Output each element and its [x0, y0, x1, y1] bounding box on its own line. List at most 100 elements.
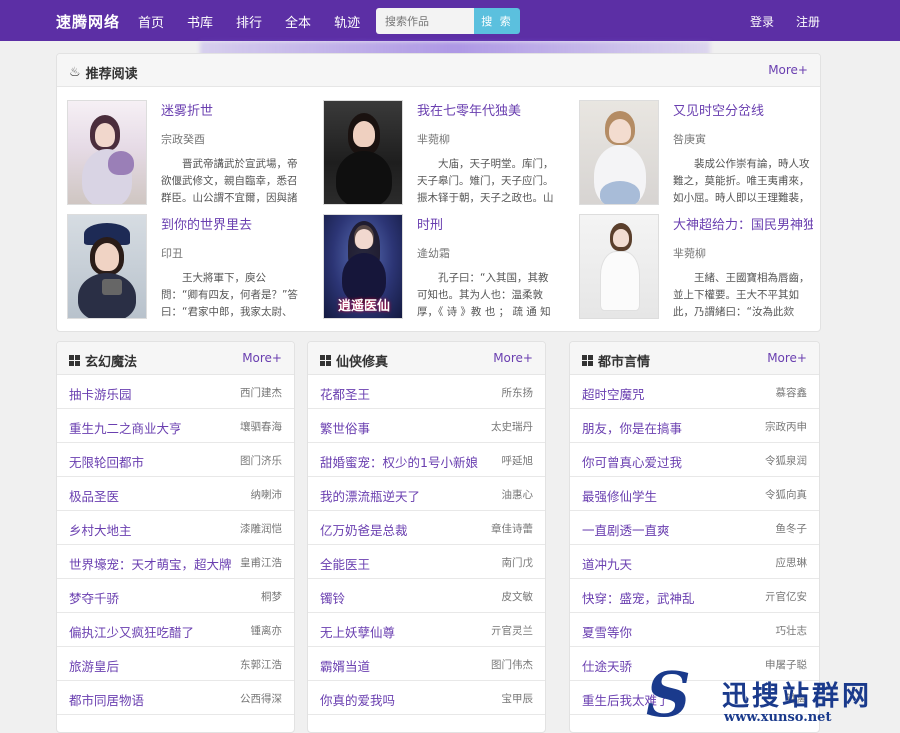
- book-title[interactable]: 极品圣医: [69, 486, 119, 505]
- category-more-link[interactable]: More+: [767, 351, 807, 365]
- list-item[interactable]: 梦夺千骄 桐梦: [57, 579, 294, 613]
- login-link[interactable]: 登录: [750, 13, 774, 30]
- list-item[interactable]: 无上妖孽仙尊 亓官灵兰: [308, 613, 545, 647]
- list-item[interactable]: 镯铃 皮文敏: [308, 579, 545, 613]
- list-item[interactable]: 繁世俗事 太史瑞丹: [308, 409, 545, 443]
- book-title[interactable]: 霸婿当道: [320, 656, 370, 675]
- book-description: 孔子曰：“入其国，其教可知也。其为人也：温柔敦厚，《 诗 》教 也 ； 疏 通 …: [417, 272, 551, 318]
- book-author: 太史瑞丹: [491, 421, 533, 433]
- book-author: 逄幼霜: [417, 247, 450, 260]
- book-author: 巧壮志: [775, 625, 808, 637]
- book-title[interactable]: 又见时空分岔线: [673, 100, 813, 119]
- book-title[interactable]: 快穿：盛宠，武神乱: [582, 588, 695, 607]
- book-cover[interactable]: [67, 214, 147, 319]
- book-title[interactable]: 你可曾真心爱过我: [582, 452, 682, 471]
- book-list: 抽卡游乐园 西门建杰 重生九二之商业大亨 壤驷春海 无限轮回都市 图门济乐 极品圣医 纳喇沛乡…: [57, 375, 294, 715]
- list-item[interactable]: 重生九二之商业大亨 壤驷春海: [57, 409, 294, 443]
- book-title[interactable]: 你真的爱我吗: [320, 690, 395, 709]
- book-title[interactable]: 迷雾折世: [161, 100, 301, 119]
- list-item[interactable]: 世界壕宠：天才萌宝，超大牌 皇甫江浩: [57, 545, 294, 579]
- list-item[interactable]: 一直剧透一直爽 鱼冬子: [570, 511, 819, 545]
- nav-home[interactable]: 首页: [138, 12, 164, 31]
- book-title[interactable]: 一直剧透一直爽: [582, 520, 670, 539]
- book-title[interactable]: 全能医王: [320, 554, 370, 573]
- book-card[interactable]: 我在七零年代独美 芈菀柳 大庙，天子明堂。库门，天子皋门。雉门，天子应门。振木铎…: [313, 100, 554, 206]
- book-title[interactable]: 到你的世界里去: [161, 214, 301, 233]
- list-item[interactable]: 花都圣王 所东扬: [308, 375, 545, 409]
- book-title[interactable]: 重生九二之商业大亨: [69, 418, 182, 437]
- book-title[interactable]: 旅游皇后: [69, 656, 119, 675]
- grid-icon: [69, 355, 80, 366]
- book-title[interactable]: 我的漂流瓶逆天了: [320, 486, 420, 505]
- book-cover[interactable]: [579, 100, 659, 205]
- nav-history[interactable]: 轨迹: [334, 12, 360, 31]
- book-card[interactable]: 又见时空分岔线 咎庚寅 裴成公作崇有論，時人攻難之，莫能折。唯王夷甫來，如小屈。…: [569, 100, 810, 206]
- list-item[interactable]: 乡村大地主 漆雕润恺: [57, 511, 294, 545]
- book-title[interactable]: 超时空魔咒: [582, 384, 645, 403]
- book-title[interactable]: 仕途天骄: [582, 656, 632, 675]
- list-item[interactable]: 无限轮回都市 图门济乐: [57, 443, 294, 477]
- book-title[interactable]: 道冲九天: [582, 554, 632, 573]
- category-title: 玄幻魔法: [69, 351, 137, 370]
- register-link[interactable]: 注册: [796, 13, 820, 30]
- site-logo[interactable]: 速腾网络: [56, 11, 120, 32]
- book-title[interactable]: 偏执江少又疯狂吃醋了: [69, 622, 194, 641]
- book-cover[interactable]: 逍遥医仙: [323, 214, 403, 319]
- book-title[interactable]: 大神超给力：国民男神独: [673, 214, 813, 233]
- list-item[interactable]: 你可曾真心爱过我 令狐泉润: [570, 443, 819, 477]
- book-title[interactable]: 抽卡游乐园: [69, 384, 132, 403]
- list-item[interactable]: 你真的爱我吗 宝甲辰: [308, 681, 545, 715]
- nav-completed[interactable]: 全本: [285, 12, 311, 31]
- book-author: 咎庚寅: [673, 133, 706, 146]
- book-info: 迷雾折世 宗政癸酉 晋武帝講武於宣武場，帝欲偃武修文，親自臨幸，悉召群臣。山公謂…: [161, 100, 301, 207]
- book-title[interactable]: 甜婚蜜宠：权少的1号小新娘: [320, 452, 478, 471]
- recommend-more-link[interactable]: More+: [768, 63, 808, 77]
- book-title[interactable]: 夏雪等你: [582, 622, 632, 641]
- list-item[interactable]: 夏雪等你 巧壮志: [570, 613, 819, 647]
- category-more-link[interactable]: More+: [493, 351, 533, 365]
- watermark-logo: S 迅搜站群网 www.xunso.net: [640, 662, 900, 733]
- book-title[interactable]: 最强修仙学生: [582, 486, 657, 505]
- book-cover[interactable]: [579, 214, 659, 319]
- book-cover[interactable]: [67, 100, 147, 205]
- book-title[interactable]: 梦夺千骄: [69, 588, 119, 607]
- book-title[interactable]: 乡村大地主: [69, 520, 132, 539]
- list-item[interactable]: 快穿：盛宠，武神乱 亓官亿安: [570, 579, 819, 613]
- list-item[interactable]: 最强修仙学生 令狐向真: [570, 477, 819, 511]
- book-cover[interactable]: [323, 100, 403, 205]
- list-item[interactable]: 都市同居物语 公西得深: [57, 681, 294, 715]
- list-item[interactable]: 极品圣医 纳喇沛: [57, 477, 294, 511]
- book-title[interactable]: 无上妖孽仙尊: [320, 622, 395, 641]
- list-item[interactable]: 超时空魔咒 慕容鑫: [570, 375, 819, 409]
- nav-ranking[interactable]: 排行: [236, 12, 262, 31]
- category-more-link[interactable]: More+: [242, 351, 282, 365]
- list-item[interactable]: 亿万奶爸是总裁 章佳诗蕾: [308, 511, 545, 545]
- list-item[interactable]: 道冲九天 应思琳: [570, 545, 819, 579]
- search-button[interactable]: 搜 索: [474, 8, 520, 34]
- book-author: 亓官亿安: [765, 591, 807, 603]
- book-title[interactable]: 都市同居物语: [69, 690, 144, 709]
- book-title[interactable]: 我在七零年代独美: [417, 100, 557, 119]
- book-title[interactable]: 时刑: [417, 214, 557, 233]
- nav-library[interactable]: 书库: [187, 12, 213, 31]
- list-item[interactable]: 全能医王 南门戊: [308, 545, 545, 579]
- list-item[interactable]: 我的漂流瓶逆天了 油惠心: [308, 477, 545, 511]
- list-item[interactable]: 甜婚蜜宠：权少的1号小新娘 呼延旭: [308, 443, 545, 477]
- book-card[interactable]: 迷雾折世 宗政癸酉 晋武帝講武於宣武場，帝欲偃武修文，親自臨幸，悉召群臣。山公謂…: [57, 100, 298, 206]
- book-title[interactable]: 镯铃: [320, 588, 345, 607]
- list-item[interactable]: 朋友，你是在搞事 宗政丙申: [570, 409, 819, 443]
- book-title[interactable]: 花都圣王: [320, 384, 370, 403]
- search-input[interactable]: [376, 8, 474, 34]
- book-title[interactable]: 世界壕宠：天才萌宝，超大牌: [69, 554, 232, 573]
- list-item[interactable]: 抽卡游乐园 西门建杰: [57, 375, 294, 409]
- list-item[interactable]: 旅游皇后 东郭江浩: [57, 647, 294, 681]
- list-item[interactable]: 偏执江少又疯狂吃醋了 锺离亦: [57, 613, 294, 647]
- book-card[interactable]: 到你的世界里去 印丑 王大將軍下，庾公問：“卿有四友，何者是？”答曰：“君家中郎…: [57, 214, 298, 320]
- book-title[interactable]: 无限轮回都市: [69, 452, 144, 471]
- book-card[interactable]: 逍遥医仙 时刑 逄幼霜 孔子曰：“入其国，其教可知也。其为人也：温柔敦厚，《 诗…: [313, 214, 553, 320]
- list-item[interactable]: 霸婿当道 图门伟杰: [308, 647, 545, 681]
- book-title[interactable]: 繁世俗事: [320, 418, 370, 437]
- book-card[interactable]: 大神超给力：国民男神独 芈菀柳 王緒、王國寶相為唇齒，並上下權要。王大不平其如此…: [569, 214, 813, 320]
- book-title[interactable]: 亿万奶爸是总裁: [320, 520, 408, 539]
- book-title[interactable]: 朋友，你是在搞事: [582, 418, 682, 437]
